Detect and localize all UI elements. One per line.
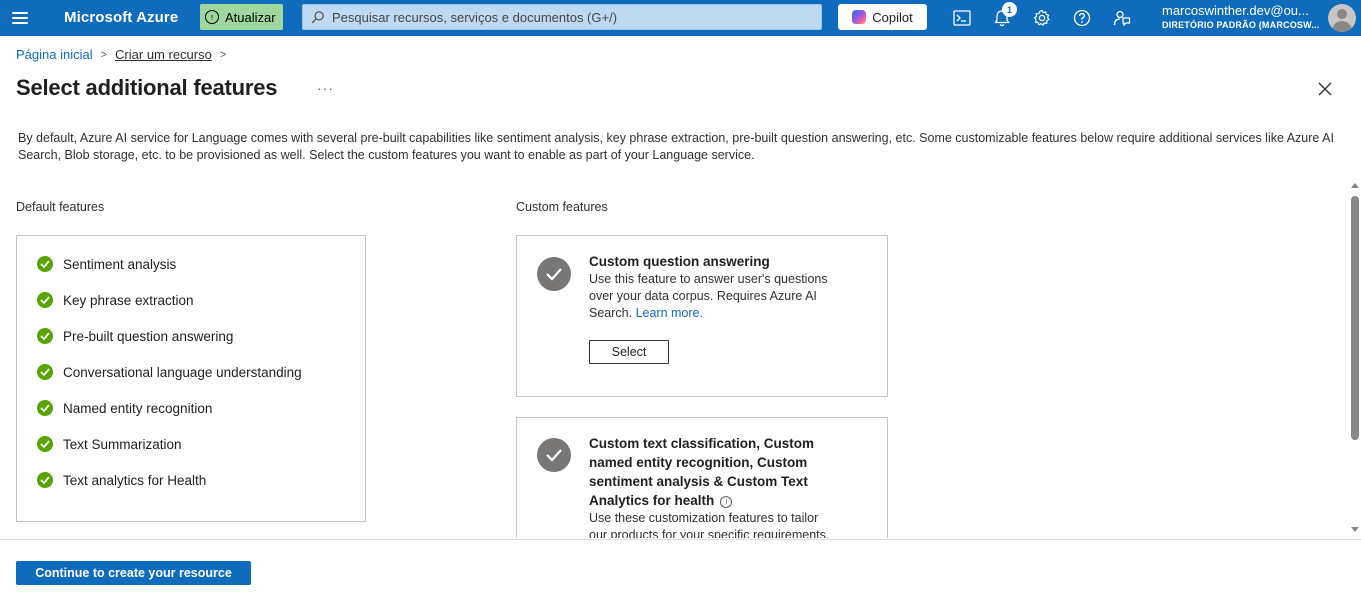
search-input[interactable]: Pesquisar recursos, serviços e documento… <box>302 4 822 30</box>
checkmark-circle-icon <box>537 438 571 472</box>
continue-button[interactable]: Continue to create your resource <box>16 561 251 585</box>
checkmark-icon <box>37 328 53 344</box>
account-email: marcoswinther.dev@ou... <box>1162 3 1309 18</box>
card-description-text: Use this feature to answer user's questi… <box>589 272 828 320</box>
checkmark-icon <box>37 436 53 452</box>
footer: Continue to create your resource <box>0 539 1361 601</box>
checkmark-icon <box>37 400 53 416</box>
menu-icon[interactable] <box>10 9 30 27</box>
brand-title[interactable]: Microsoft Azure <box>64 9 178 26</box>
page-title: Select additional features <box>16 75 278 100</box>
checkmark-icon <box>37 472 53 488</box>
account-directory: DIRETÓRIO PADRÃO (MARCOSW... <box>1162 20 1320 30</box>
list-item: Text Summarization <box>37 436 182 452</box>
card-description: Use this feature to answer user's questi… <box>589 271 849 322</box>
breadcrumb-home-link[interactable]: Página inicial <box>16 47 93 62</box>
feature-label: Sentiment analysis <box>63 256 177 272</box>
chevron-right-icon: > <box>100 48 108 61</box>
checkmark-circle-icon <box>537 257 571 291</box>
notification-badge: 1 <box>1002 2 1017 17</box>
copilot-icon <box>852 10 867 24</box>
info-icon[interactable]: i <box>720 495 733 508</box>
select-button[interactable]: Select <box>589 340 669 364</box>
card-title-text: Custom text classification, Custom named… <box>589 436 815 508</box>
avatar-icon[interactable] <box>1328 4 1356 32</box>
copilot-button[interactable]: Copilot <box>838 4 927 30</box>
scrollbar-thumb[interactable] <box>1351 196 1359 440</box>
breadcrumb-create-link[interactable]: Criar um recurso <box>115 47 212 62</box>
list-item: Conversational language understanding <box>37 364 302 380</box>
help-icon[interactable] <box>1070 6 1094 30</box>
more-options-icon[interactable]: ··· <box>317 80 334 96</box>
breadcrumb: Página inicial > Criar um recurso > <box>16 47 234 62</box>
checkmark-icon <box>37 256 53 272</box>
custom-features-label: Custom features <box>516 200 608 214</box>
feature-label: Conversational language understanding <box>63 364 302 380</box>
vertical-scrollbar[interactable] <box>1348 180 1361 538</box>
custom-text-features-card[interactable]: Custom text classification, Custom named… <box>516 417 888 538</box>
account-menu[interactable]: marcoswinther.dev@ou... DIRETÓRIO PADRÃO… <box>1162 3 1319 30</box>
top-bar: Microsoft Azure ↑ Atualizar Pesquisar re… <box>0 0 1361 36</box>
page-description: By default, Azure AI service for Languag… <box>18 131 1334 162</box>
list-item: Key phrase extraction <box>37 292 194 308</box>
scroll-down-icon[interactable] <box>1351 527 1359 532</box>
feature-label: Key phrase extraction <box>63 292 194 308</box>
checkmark-icon <box>37 364 53 380</box>
learn-more-link[interactable]: Learn more. <box>636 306 703 320</box>
list-item: Text analytics for Health <box>37 472 206 488</box>
upgrade-label: Atualizar <box>225 9 276 25</box>
card-title: Custom text classification, Custom named… <box>589 434 829 510</box>
upgrade-button[interactable]: ↑ Atualizar <box>200 4 283 30</box>
checkmark-icon <box>37 292 53 308</box>
search-icon <box>311 10 324 23</box>
card-title: Custom question answering <box>589 254 770 269</box>
custom-question-answering-card[interactable]: Custom question answering Use this featu… <box>516 235 888 397</box>
feature-label: Text Summarization <box>63 436 182 452</box>
feature-label: Named entity recognition <box>63 400 213 416</box>
search-placeholder: Pesquisar recursos, serviços e documento… <box>332 9 618 25</box>
list-item: Named entity recognition <box>37 400 212 416</box>
default-features-label: Default features <box>16 200 105 214</box>
feedback-icon[interactable] <box>1110 6 1134 30</box>
scroll-up-icon[interactable] <box>1351 183 1359 188</box>
default-features-list: Sentiment analysis Key phrase extraction… <box>16 235 366 522</box>
feature-label: Text analytics for Health <box>63 472 207 488</box>
features-content: Default features Custom features Sentime… <box>0 180 1348 538</box>
chevron-right-icon: > <box>219 48 227 61</box>
copilot-label: Copilot <box>872 9 913 25</box>
upgrade-icon: ↑ <box>205 10 219 24</box>
cloud-shell-icon[interactable] <box>950 6 974 30</box>
close-icon[interactable] <box>1316 80 1334 98</box>
gear-icon[interactable] <box>1030 6 1054 30</box>
card-description: Use these customization features to tail… <box>589 511 830 538</box>
list-item: Sentiment analysis <box>37 256 176 272</box>
feature-label: Pre-built question answering <box>63 328 234 344</box>
list-item: Pre-built question answering <box>37 328 233 344</box>
